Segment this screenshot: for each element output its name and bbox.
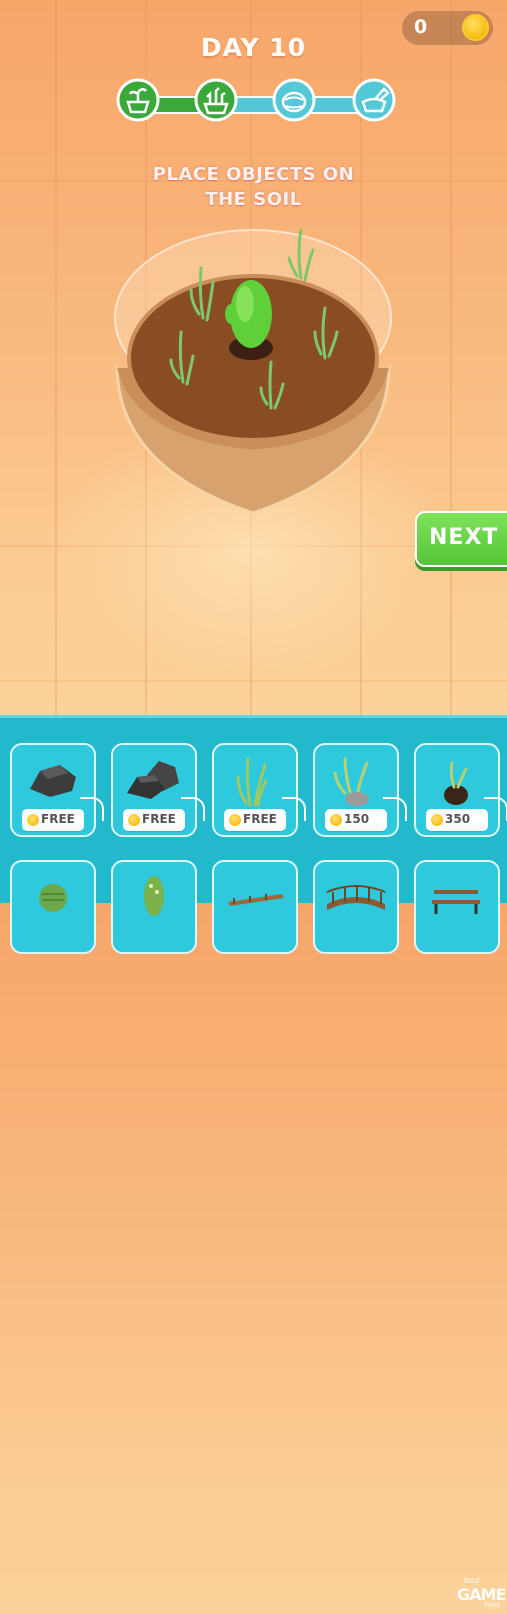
price-tag: 150 (325, 809, 387, 831)
coin-icon (330, 814, 342, 826)
decorate-icon (352, 78, 396, 122)
shop-item-grass-tuft[interactable]: FREE (212, 743, 306, 837)
watermark-bottom: toys (485, 1601, 500, 1609)
coin-icon (229, 814, 241, 826)
instruction-text: PLACE OBJECTS ON THE SOIL (0, 162, 507, 212)
coin-icon (27, 814, 39, 826)
shop-item-park-bench[interactable] (414, 860, 500, 954)
price-tag: FREE (224, 809, 286, 831)
price-tag: 350 (426, 809, 488, 831)
watermark-logo: Your GAME toys (455, 1576, 506, 1614)
next-button-label: NEXT (429, 525, 499, 550)
coin-icon (431, 814, 443, 826)
coin-icon (128, 814, 140, 826)
shop-item-potted-sprout[interactable]: 350 (414, 743, 507, 837)
price-label: 150 (344, 812, 370, 826)
tall-cactus-icon (144, 876, 164, 916)
next-button[interactable]: NEXT (415, 511, 507, 567)
price-label: FREE (41, 812, 75, 826)
watermark-top: Your (463, 1576, 481, 1585)
shop-item-small-bridge[interactable] (212, 860, 298, 954)
shop-item-rock-small[interactable]: FREE (10, 743, 104, 837)
shop-item-tall-cactus[interactable] (111, 860, 197, 954)
round-cactus-icon (39, 884, 67, 912)
bench-icon (432, 890, 480, 914)
seedling-icon (194, 78, 238, 122)
terrarium-pot[interactable] (105, 218, 405, 522)
price-label: FREE (142, 812, 176, 826)
item-shop-panel: FREE FREE FREE 150 350 Your GAME toys (0, 715, 507, 1609)
shop-item-rock-double[interactable]: FREE (111, 743, 205, 837)
price-label: 350 (445, 812, 471, 826)
shop-item-round-cactus[interactable] (10, 860, 96, 954)
price-tag: FREE (22, 809, 84, 831)
bridge-icon (228, 894, 284, 906)
instruction-line-2: THE SOIL (205, 189, 302, 210)
price-tag: FREE (123, 809, 185, 831)
plant-pot-icon (116, 78, 160, 122)
wooden-bridge-icon (326, 885, 386, 910)
price-label: FREE (243, 812, 277, 826)
instruction-line-1: PLACE OBJECTS ON (152, 164, 355, 185)
terrarium-icon (272, 78, 316, 122)
day-title: DAY 10 (200, 33, 307, 62)
growth-progress (116, 78, 396, 124)
shop-item-wooden-bridge[interactable] (313, 860, 399, 954)
shop-item-grass-with-stone[interactable]: 150 (313, 743, 407, 837)
